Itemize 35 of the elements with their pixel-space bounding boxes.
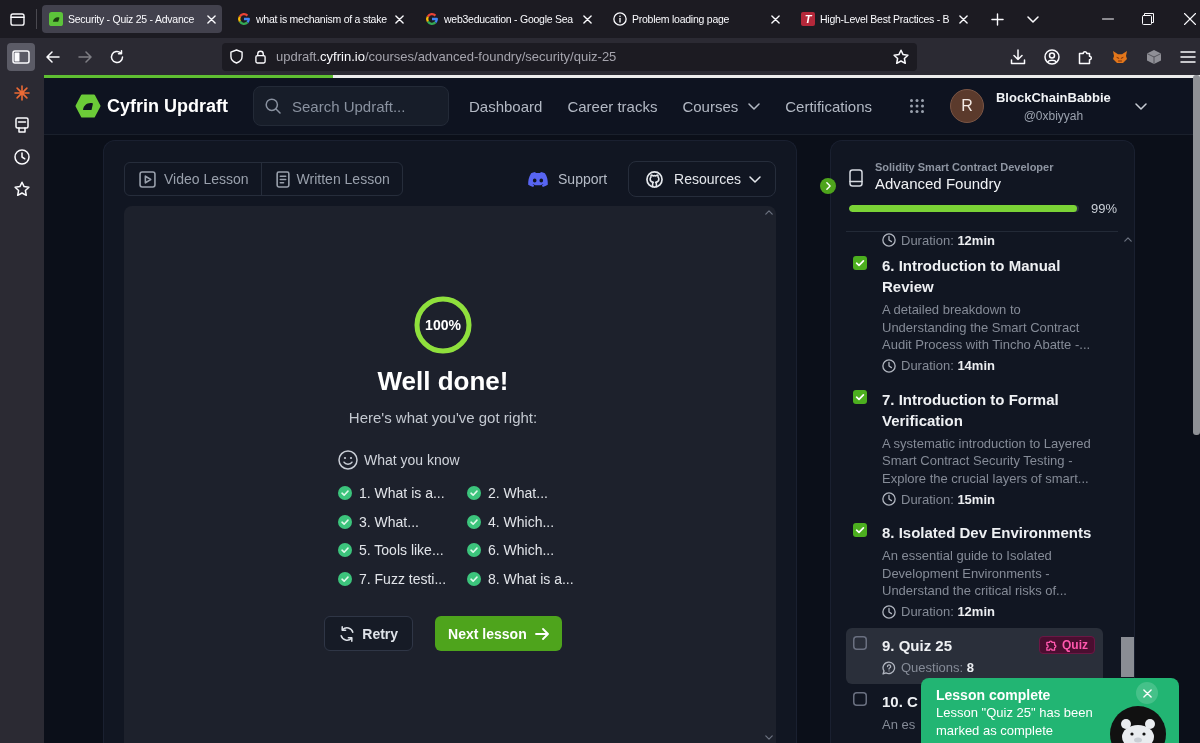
answer-text: 6. Which...	[488, 542, 555, 559]
lesson-title: 7. Introduction to Formal Verification	[882, 389, 1060, 431]
questions-text: Questions: 8	[901, 660, 974, 675]
score-text: 100%	[425, 317, 461, 333]
lesson-title: 10. C	[882, 691, 918, 712]
answer-text: 3. What...	[359, 513, 419, 530]
answer-text: 8. What is a...	[488, 571, 574, 588]
lesson-description: An es	[882, 715, 916, 733]
result-title: Well done!	[377, 365, 509, 397]
quiz-badge: Quiz	[1039, 636, 1095, 654]
site-favicon: T	[801, 12, 815, 26]
answer-text: 7. Fuzz testi...	[359, 571, 447, 588]
section-label: What you know	[364, 452, 460, 468]
lesson-title: 6. Introduction to Manual Review	[882, 256, 1062, 297]
answer-text: 1. What is a...	[359, 485, 445, 501]
duration-text: Duration: 12min	[901, 232, 995, 248]
lesson-title: 8. Isolated Dev Environments	[882, 523, 1092, 543]
duration-text: Duration: 12min	[901, 604, 995, 619]
lesson-description: A detailed breakdown to Understanding the Smart Contract Audit Process with Tincho Abatte -...	[882, 301, 1091, 354]
course-title: Advanced Foundry	[875, 174, 1002, 194]
answer-text: 5. Tools like...	[359, 542, 444, 559]
answer-text: 4. Which...	[488, 513, 555, 530]
lesson-title: 9. Quiz 25	[882, 635, 953, 656]
answer-text: 2. What...	[488, 485, 548, 501]
duration-text: Duration: 15min	[901, 491, 995, 507]
user-handle: @0xbiyyah	[1023, 107, 1084, 124]
lesson-description: An essential guide to Isolated Development Environments - Understand the critical risks of...	[882, 547, 1067, 600]
course-track-label: Solidity Smart Contract Developer	[875, 160, 1054, 174]
user-name: BlockChainBabbie	[996, 88, 1111, 106]
toast-message: Lesson "Quiz 25" has been marked as complete	[936, 704, 1094, 740]
lesson-description: A systematic introduction to Layered Smart Contract Security Testing - Explore the crucial layers of smart...	[882, 434, 1091, 487]
result-subtitle: Here's what you've got right:	[348, 408, 538, 428]
toast-title: Lesson complete	[936, 686, 1052, 704]
progress-percent: 99%	[1091, 200, 1118, 216]
duration-text: Duration: 14min	[901, 358, 995, 373]
